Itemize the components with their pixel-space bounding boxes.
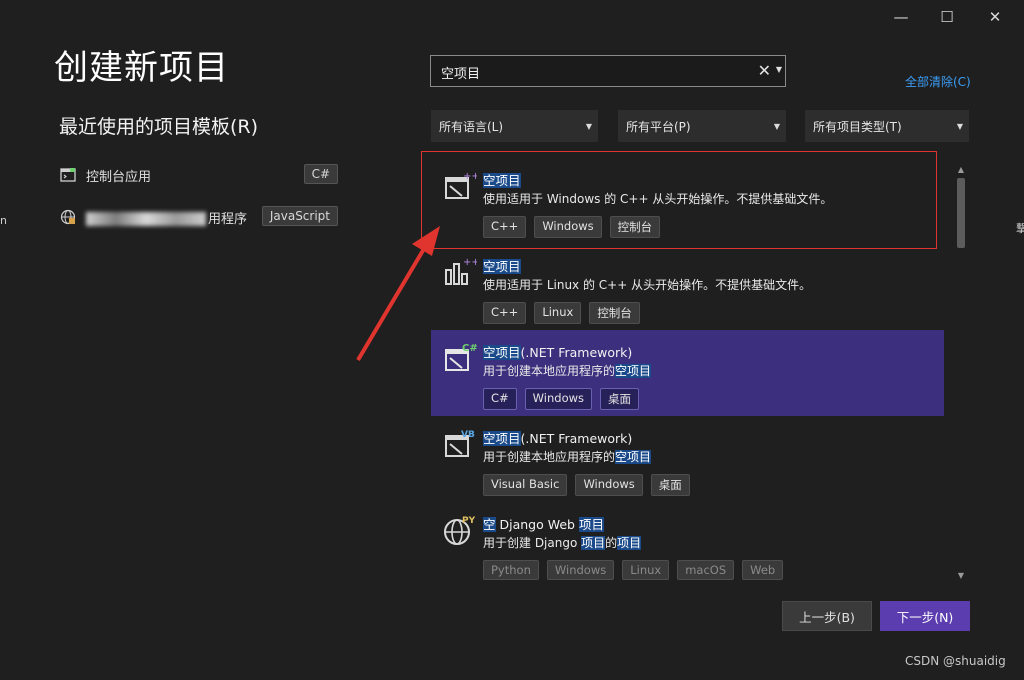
recent-item-label: 控制台应用 [86,169,152,185]
tag: Python [483,560,539,580]
page-title: 创建新项目 [54,48,229,88]
watermark: CSDN @shuaidig [905,654,1006,668]
tag: Windows [524,388,593,410]
chevron-down-icon: ▼ [773,122,780,131]
redacted-text [86,212,206,226]
tag: Windows [575,474,643,496]
template-tags: Visual Basic Windows 桌面 [483,474,690,496]
recent-item-javascript-app[interactable]: 用程序 JavaScript [60,203,342,231]
scroll-thumb[interactable] [957,178,965,248]
clear-search-icon[interactable]: ✕ [758,61,771,80]
tag: 控制台 [589,302,640,324]
chevron-down-icon[interactable]: ▼ [776,65,782,74]
platform-filter[interactable]: 所有平台(P) ▼ [618,110,786,142]
next-button[interactable]: 下一步(N) [880,601,970,631]
platform-filter-label: 所有平台(P) [626,119,691,134]
project-type-filter[interactable]: 所有项目类型(T) ▼ [805,110,969,142]
tag: Linux [534,302,582,324]
minimize-button[interactable]: — [890,6,912,28]
tag: macOS [677,560,735,580]
background-text-left: n [0,214,7,227]
tag: C# [483,388,517,410]
tag: 桌面 [650,474,690,496]
template-name: 空项目(.NET Framework) [483,345,633,360]
template-description: 用于创建 Django 项目的项目 [483,536,642,550]
language-filter-label: 所有语言(L) [439,119,504,134]
recent-item-tag: JavaScript [261,206,338,226]
tag: Web [742,560,784,580]
template-description: 使用适用于 Linux 的 C++ 从头开始操作。不提供基础文件。 [483,278,812,292]
svg-text:++: ++ [463,257,477,268]
scroll-up-icon[interactable]: ▲ [954,162,968,176]
template-description: 用于创建本地应用程序的空项目 [483,450,652,464]
tag: Visual Basic [483,474,568,496]
template-name: 空 Django Web 项目 [483,517,604,532]
recent-item-console-app[interactable]: 控制台应用 C# [60,161,342,189]
background-text-right: 撃 [1016,222,1024,235]
console-app-icon [60,168,76,182]
back-button[interactable]: 上一步(B) [782,601,872,631]
annotation-arrow-icon [356,226,440,362]
template-name: 空项目(.NET Framework) [483,431,633,446]
svg-text:VB: VB [461,430,475,440]
project-type-filter-label: 所有项目类型(T) [813,119,902,134]
tag: Windows [546,560,615,580]
svg-text:C#: C# [462,343,477,354]
template-item-django-web-empty[interactable]: PY 空 Django Web 项目 用于创建 Django 项目的项目 Pyt… [431,502,944,580]
tag: C++ [483,302,527,324]
vb-empty-icon: VB [445,430,475,457]
close-button[interactable]: ✕ [984,6,1006,28]
chevron-down-icon: ▼ [585,122,592,131]
template-item-csharp-empty[interactable]: C# 空项目(.NET Framework) 用于创建本地应用程序的空项目 C#… [431,330,944,416]
annotation-highlight-box [421,151,937,249]
template-description: 用于创建本地应用程序的空项目 [483,364,652,378]
tag: Linux [622,560,670,580]
search-input[interactable] [439,60,743,84]
language-filter[interactable]: 所有语言(L) ▼ [431,110,598,142]
recent-item-tag: C# [303,164,338,184]
python-globe-icon: PY [444,516,476,545]
clear-all-link[interactable]: 全部清除(C) [905,73,971,90]
template-tags: C++ Linux 控制台 [483,302,640,324]
template-search-box[interactable]: ✕ ▼ [430,55,786,87]
recent-item-label: 用程序 [86,208,247,227]
tag: 桌面 [600,388,640,410]
template-list-scrollbar[interactable]: ▲ ▼ [954,162,968,582]
chevron-down-icon: ▼ [956,122,963,131]
globe-icon [60,209,76,225]
template-item-cpp-linux-empty[interactable]: ++ 空项目 使用适用于 Linux 的 C++ 从头开始操作。不提供基础文件。… [431,244,944,330]
maximize-button[interactable]: ☐ [936,6,958,28]
template-tags: Python Windows Linux macOS Web [483,560,784,580]
scroll-down-icon[interactable]: ▼ [954,568,968,582]
template-name: 空项目 [483,259,521,274]
template-item-vb-empty[interactable]: VB 空项目(.NET Framework) 用于创建本地应用程序的空项目 Vi… [431,416,944,502]
svg-text:PY: PY [462,516,476,526]
recent-templates-heading: 最近使用的项目模板(R) [59,116,259,138]
template-tags: C# Windows 桌面 [483,388,640,410]
